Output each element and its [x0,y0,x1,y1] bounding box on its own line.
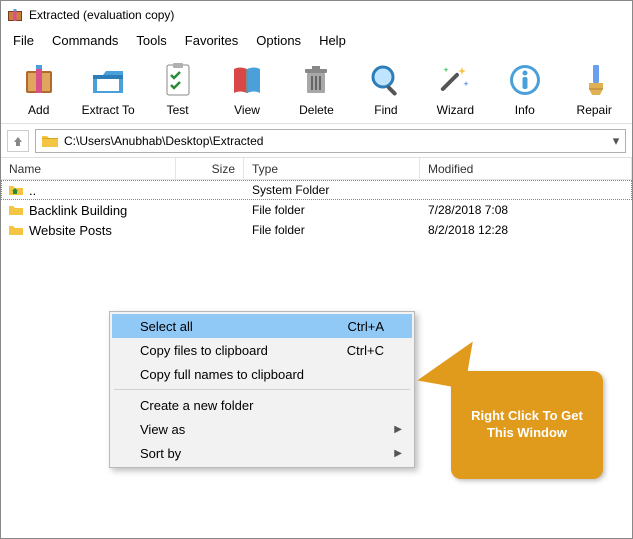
list-item-up[interactable]: .. System Folder [1,180,632,200]
folder-icon [9,204,23,216]
app-icon [7,7,23,23]
ctx-label: Copy files to clipboard [140,343,268,358]
cell-name: Backlink Building [29,203,127,218]
folder-extract-icon [89,61,127,99]
list-header: Name Size Type Modified [1,158,632,180]
wand-icon [436,61,474,99]
cell-name: Website Posts [29,223,112,238]
toolbar-delete-label: Delete [299,103,334,117]
ctx-label: Sort by [140,446,181,461]
cell-modified: 8/2/2018 12:28 [420,223,632,237]
toolbar-wizard-label: Wizard [437,103,474,117]
toolbar-test-button[interactable]: Test [146,59,209,119]
ctx-view-as[interactable]: View as ▶ [112,417,412,441]
cell-type: System Folder [244,183,420,197]
ctx-label: View as [140,422,185,437]
annotation-callout: Right Click To Get This Window [451,371,603,479]
column-type[interactable]: Type [244,158,420,179]
window-title: Extracted (evaluation copy) [29,8,174,22]
toolbar-test-label: Test [167,103,189,117]
ctx-create-folder[interactable]: Create a new folder [112,393,412,417]
brush-icon [575,61,613,99]
menu-file[interactable]: File [5,31,42,50]
submenu-arrow-icon: ▶ [394,424,402,435]
menu-commands[interactable]: Commands [44,31,126,50]
address-dropdown-icon[interactable]: ▾ [607,133,625,149]
cell-name: .. [29,183,36,198]
submenu-arrow-icon: ▶ [394,448,402,459]
toolbar: Add Extract To Test View Delete Find W [1,51,632,124]
toolbar-repair-button[interactable]: Repair [563,59,626,119]
menu-bar: File Commands Tools Favorites Options He… [1,29,632,51]
address-bar: ▾ [1,124,632,158]
address-input-wrap[interactable]: ▾ [35,129,626,153]
context-menu: Select all Ctrl+A Copy files to clipboar… [109,311,415,468]
column-modified[interactable]: Modified [420,158,632,179]
toolbar-add-label: Add [28,103,49,117]
ctx-label: Copy full names to clipboard [140,367,304,382]
toolbar-view-button[interactable]: View [215,59,278,119]
toolbar-add-button[interactable]: Add [7,59,70,119]
info-icon [506,61,544,99]
up-folder-icon [9,184,23,196]
callout-text: Right Click To Get This Window [461,408,593,442]
checklist-icon [159,61,197,99]
ctx-select-all[interactable]: Select all Ctrl+A [112,314,412,338]
list-item-posts[interactable]: Website Posts File folder 8/2/2018 12:28 [1,220,632,240]
list-item-backlink[interactable]: Backlink Building File folder 7/28/2018 … [1,200,632,220]
toolbar-repair-label: Repair [577,103,612,117]
toolbar-find-label: Find [374,103,397,117]
menu-help[interactable]: Help [311,31,354,50]
archive-add-icon [20,61,58,99]
toolbar-info-button[interactable]: Info [493,59,556,119]
menu-favorites[interactable]: Favorites [177,31,246,50]
up-arrow-icon [12,135,24,147]
menu-tools[interactable]: Tools [128,31,174,50]
up-button[interactable] [7,130,29,152]
column-size[interactable]: Size [176,158,244,179]
toolbar-find-button[interactable]: Find [354,59,417,119]
title-bar: Extracted (evaluation copy) [1,1,632,29]
ctx-label: Create a new folder [140,398,253,413]
toolbar-wizard-button[interactable]: Wizard [424,59,487,119]
ctx-copy-files[interactable]: Copy files to clipboard Ctrl+C [112,338,412,362]
ctx-label: Select all [140,319,193,334]
trash-icon [297,61,335,99]
menu-options[interactable]: Options [248,31,309,50]
ctx-copy-names[interactable]: Copy full names to clipboard [112,362,412,386]
folder-icon [42,134,58,148]
toolbar-info-label: Info [515,103,535,117]
cell-modified: 7/28/2018 7:08 [420,203,632,217]
cell-type: File folder [244,223,420,237]
toolbar-delete-button[interactable]: Delete [285,59,348,119]
address-input[interactable] [64,134,607,148]
magnifier-icon [367,61,405,99]
book-icon [228,61,266,99]
folder-icon [9,224,23,236]
file-list: .. System Folder Backlink Building File … [1,180,632,240]
toolbar-extract-label: Extract To [82,103,135,117]
ctx-shortcut: Ctrl+C [347,343,384,358]
ctx-sort-by[interactable]: Sort by ▶ [112,441,412,465]
ctx-shortcut: Ctrl+A [348,319,384,334]
column-name[interactable]: Name [1,158,176,179]
toolbar-extract-button[interactable]: Extract To [76,59,139,119]
cell-type: File folder [244,203,420,217]
ctx-separator [114,389,410,390]
toolbar-view-label: View [234,103,260,117]
